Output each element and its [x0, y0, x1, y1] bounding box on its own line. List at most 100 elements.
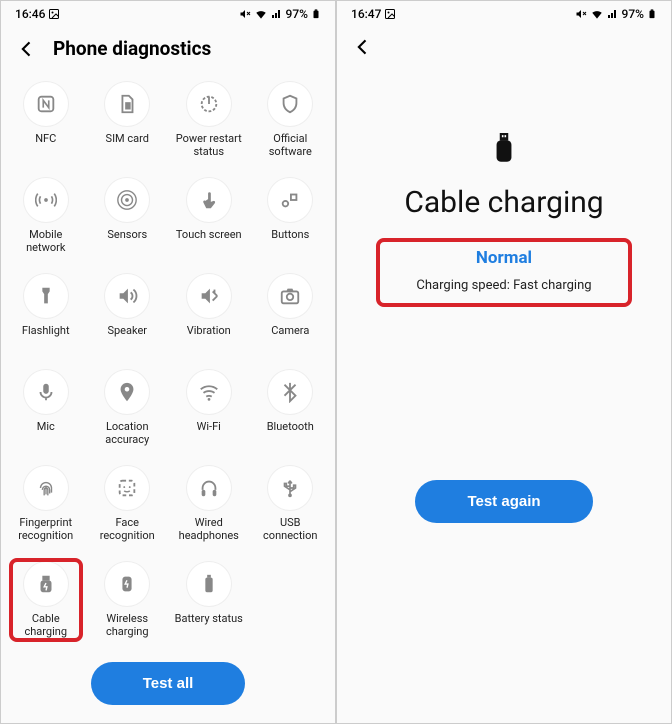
item-label: Touch screen: [176, 228, 242, 254]
item-label: Face recognition: [100, 516, 155, 542]
result-detail: Charging speed: Fast charging: [416, 278, 591, 293]
icon-circle: [24, 82, 68, 126]
flashlight-icon: [35, 285, 57, 307]
diagnostic-item-speaker[interactable]: Speaker: [87, 268, 169, 360]
icon-circle: [105, 178, 149, 222]
signal-icon: [607, 8, 619, 20]
item-label: Power restart status: [176, 132, 242, 158]
usb-plug-icon: [491, 133, 517, 167]
diagnostic-item-fingerprint[interactable]: Fingerprint recognition: [5, 460, 87, 552]
diagnostic-item-bluetooth[interactable]: Bluetooth: [250, 364, 332, 456]
result-box: Normal Charging speed: Fast charging: [376, 238, 631, 307]
item-label: Wi-Fi: [197, 420, 221, 446]
item-label: Vibration: [187, 324, 231, 350]
status-time: 16:47: [351, 7, 381, 21]
shield-icon: [279, 93, 301, 115]
item-label: Mic: [37, 420, 55, 446]
diagnostics-grid: NFC SIM card Power restart status Official …: [1, 76, 335, 648]
image-icon: [384, 8, 396, 20]
diagnostic-item-mic[interactable]: Mic: [5, 364, 87, 456]
sensors-icon: [116, 189, 138, 211]
icon-circle: [268, 274, 312, 318]
diagnostic-item-shield[interactable]: Official software: [250, 76, 332, 168]
diagnostic-item-headphones[interactable]: Wired headphones: [168, 460, 250, 552]
icon-circle: [187, 562, 231, 606]
speaker-icon: [116, 285, 138, 307]
icon-circle: [187, 82, 231, 126]
result-content: Cable charging Normal Charging speed: Fa…: [337, 73, 671, 723]
diagnostic-item-camera[interactable]: Camera: [250, 268, 332, 360]
diagnostic-item-power[interactable]: Power restart status: [168, 76, 250, 168]
item-label: Official software: [269, 132, 312, 158]
wifi-icon: [590, 7, 604, 21]
icon-circle: [268, 82, 312, 126]
icon-circle: [268, 370, 312, 414]
icon-circle: [187, 370, 231, 414]
buttons-icon: [279, 189, 301, 211]
item-label: Battery status: [175, 612, 243, 638]
item-label: USB connection: [263, 516, 317, 542]
sim-icon: [116, 93, 138, 115]
icon-circle: [187, 466, 231, 510]
item-label: SIM card: [106, 132, 149, 158]
battery-icon: [198, 573, 220, 595]
item-label: Cable charging: [24, 612, 67, 638]
bottom-bar: Test all: [1, 648, 335, 723]
image-icon: [48, 8, 60, 20]
item-label: Fingerprint recognition: [18, 516, 73, 542]
diagnostic-item-sensors[interactable]: Sensors: [87, 172, 169, 264]
diagnostic-item-flashlight[interactable]: Flashlight: [5, 268, 87, 360]
status-bar: 16:47 97%: [337, 1, 671, 23]
diagnostic-item-face[interactable]: Face recognition: [87, 460, 169, 552]
page-header: [337, 23, 671, 73]
diagnostic-item-location[interactable]: Location accuracy: [87, 364, 169, 456]
mute-icon: [239, 8, 251, 20]
diagnostic-item-cable-charge[interactable]: Cable charging: [5, 556, 87, 648]
test-all-button[interactable]: Test all: [91, 662, 246, 705]
wifi-icon: [254, 7, 268, 21]
antenna-icon: [35, 189, 57, 211]
camera-icon: [279, 285, 301, 307]
diagnostic-item-wifi[interactable]: Wi-Fi: [168, 364, 250, 456]
phone-screen-result: 16:47 97% Cable charging Normal Charging…: [336, 0, 672, 724]
diagnostic-item-vibration[interactable]: Vibration: [168, 268, 250, 360]
cable-charge-icon: [35, 573, 57, 595]
page-header: Phone diagnostics: [1, 23, 335, 76]
icon-circle: [268, 178, 312, 222]
mic-icon: [35, 381, 57, 403]
battery-icon: [311, 7, 321, 21]
back-icon[interactable]: [17, 39, 37, 59]
item-label: Camera: [271, 324, 309, 350]
result-status: Normal: [416, 248, 591, 268]
diagnostic-item-antenna[interactable]: Mobile network: [5, 172, 87, 264]
icon-circle: [187, 274, 231, 318]
fingerprint-icon: [35, 477, 57, 499]
back-icon[interactable]: [353, 37, 373, 57]
location-icon: [116, 381, 138, 403]
usb-icon: [279, 477, 301, 499]
diagnostic-item-touch[interactable]: Touch screen: [168, 172, 250, 264]
page-title: Phone diagnostics: [53, 37, 211, 60]
test-again-button[interactable]: Test again: [415, 480, 592, 523]
item-label: Flashlight: [22, 324, 70, 350]
nfc-icon: [35, 93, 57, 115]
diagnostic-item-battery[interactable]: Battery status: [168, 556, 250, 648]
diagnostic-item-wireless-charge[interactable]: Wireless charging: [87, 556, 169, 648]
wifi-icon: [198, 381, 220, 403]
item-label: Mobile network: [26, 228, 65, 254]
item-label: Bluetooth: [267, 420, 314, 446]
battery-icon: [647, 7, 657, 21]
item-label: NFC: [35, 132, 56, 158]
diagnostic-item-nfc[interactable]: NFC: [5, 76, 87, 168]
touch-icon: [198, 189, 220, 211]
item-label: Sensors: [107, 228, 147, 254]
diagnostic-item-buttons[interactable]: Buttons: [250, 172, 332, 264]
icon-circle: [187, 178, 231, 222]
item-label: Wired headphones: [179, 516, 239, 542]
wireless-charge-icon: [116, 573, 138, 595]
diagnostic-item-usb[interactable]: USB connection: [250, 460, 332, 552]
diagnostic-item-sim[interactable]: SIM card: [87, 76, 169, 168]
result-title: Cable charging: [404, 185, 603, 220]
icon-circle: [105, 370, 149, 414]
icon-circle: [105, 82, 149, 126]
